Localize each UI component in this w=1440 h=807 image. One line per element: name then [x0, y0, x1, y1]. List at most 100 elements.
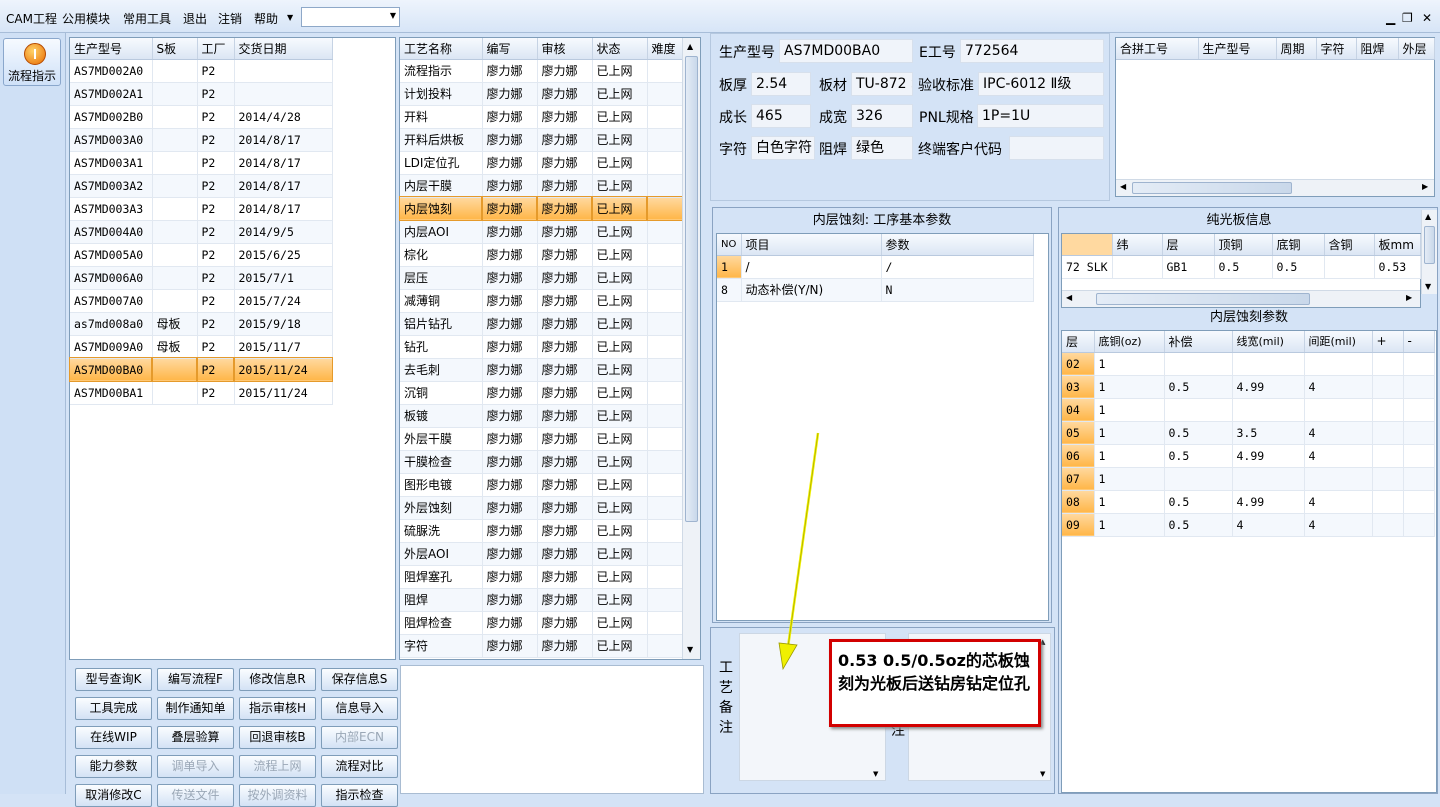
- col-header-top-copper[interactable]: 顶铜: [1214, 234, 1273, 256]
- menu-cam[interactable]: CAM工程: [6, 10, 57, 27]
- process-vertical-scrollbar[interactable]: ▲ ▼: [682, 38, 700, 659]
- process-row[interactable]: 硫脲洗 廖力娜 廖力娜 已上网: [400, 519, 683, 543]
- col-header-period[interactable]: 周期: [1276, 38, 1317, 60]
- internal-ecn-button[interactable]: 内部ECN: [321, 726, 398, 749]
- col-header-weft[interactable]: 纬: [1112, 234, 1163, 256]
- thickness-field[interactable]: 2.54: [751, 72, 811, 96]
- models-row[interactable]: AS7MD00BA0 P2 2015/11/24: [69, 357, 333, 382]
- col-header-model[interactable]: 生产型号: [70, 38, 153, 60]
- plain-board-vertical-scrollbar[interactable]: ▲ ▼: [1421, 210, 1437, 294]
- plain-board-vscroll-thumb[interactable]: [1424, 226, 1435, 264]
- process-row[interactable]: 开料后烘板 廖力娜 廖力娜 已上网: [400, 128, 683, 152]
- flow-online-button[interactable]: 流程上网: [239, 755, 316, 778]
- params-row[interactable]: 1//: [717, 255, 1034, 279]
- params-row[interactable]: 8 动态补偿(Y/N) N: [717, 278, 1034, 302]
- scroll-down-icon[interactable]: ▼: [873, 770, 878, 778]
- col-header-blank[interactable]: [1062, 234, 1113, 256]
- send-file-button[interactable]: 传送文件: [157, 784, 234, 807]
- process-row[interactable]: 内层AOI 廖力娜 廖力娜 已上网: [400, 220, 683, 244]
- etch-row[interactable]: 07 1: [1062, 467, 1435, 491]
- col-header-plus[interactable]: +: [1372, 331, 1404, 353]
- models-row[interactable]: as7md008a0 母板 P2 2015/9/18: [70, 312, 333, 336]
- col-header-compensation[interactable]: 补偿: [1164, 331, 1233, 353]
- col-header-char[interactable]: 字符: [1316, 38, 1357, 60]
- menu-help[interactable]: 帮助: [254, 10, 278, 27]
- process-row[interactable]: 外层AOI 廖力娜 廖力娜 已上网: [400, 542, 683, 566]
- col-header-difficulty[interactable]: 难度: [647, 38, 683, 60]
- etch-row[interactable]: 09 1 0.5 4 4: [1062, 513, 1435, 537]
- scroll-up-icon[interactable]: ▲: [1425, 212, 1431, 221]
- etch-row[interactable]: 04 1: [1062, 398, 1435, 422]
- plain-row[interactable]: 72 SLK GB1 0.5 0.5 0.53: [1062, 255, 1421, 279]
- col-header-merge-no[interactable]: 合拼工号: [1116, 38, 1199, 60]
- write-flow-button[interactable]: 编写流程F: [157, 668, 234, 691]
- rollback-review-button[interactable]: 回退审核B: [239, 726, 316, 749]
- process-row[interactable]: 减薄铜 廖力娜 廖力娜 已上网: [400, 289, 683, 313]
- solder-mask-field[interactable]: 绿色: [851, 136, 913, 160]
- models-row[interactable]: AS7MD00BA1 P2 2015/11/24: [70, 381, 333, 405]
- process-row[interactable]: 板镀 廖力娜 廖力娜 已上网: [400, 404, 683, 428]
- length-field[interactable]: 465: [751, 104, 811, 128]
- col-header-layer[interactable]: 层: [1162, 234, 1215, 256]
- pnl-field[interactable]: 1P=1U: [977, 104, 1104, 128]
- process-row[interactable]: 棕化 廖力娜 廖力娜 已上网: [400, 243, 683, 267]
- external-data-button[interactable]: 按外调资料: [239, 784, 316, 807]
- col-header-reviewer[interactable]: 审核: [537, 38, 593, 60]
- menu-logout[interactable]: 注销: [218, 10, 242, 27]
- menu-common-tools[interactable]: 常用工具: [123, 10, 171, 27]
- process-row[interactable]: 干膜检查 廖力娜 廖力娜 已上网: [400, 450, 683, 474]
- col-header-minus[interactable]: -: [1403, 331, 1435, 353]
- import-order-button[interactable]: 调单导入: [157, 755, 234, 778]
- process-row[interactable]: 层压 廖力娜 廖力娜 已上网: [400, 266, 683, 290]
- models-row[interactable]: AS7MD002B0 P2 2014/4/28: [70, 105, 333, 129]
- col-header-factory[interactable]: 工厂: [197, 38, 235, 60]
- models-row[interactable]: AS7MD004A0 P2 2014/9/5: [70, 220, 333, 244]
- modify-info-button[interactable]: 修改信息R: [239, 668, 316, 691]
- scroll-left-icon[interactable]: ◀: [1066, 293, 1072, 302]
- col-header-outer[interactable]: 外层: [1398, 38, 1435, 60]
- scroll-up-icon[interactable]: ▲: [687, 42, 693, 51]
- models-row[interactable]: AS7MD003A2 P2 2014/8/17: [70, 174, 333, 198]
- col-header-item[interactable]: 项目: [741, 234, 882, 256]
- flow-indicator-button[interactable]: 流程指示: [3, 38, 61, 86]
- plain-board-scroll-thumb[interactable]: [1096, 293, 1310, 305]
- scroll-right-icon[interactable]: ▶: [1422, 182, 1428, 191]
- col-header-spacing[interactable]: 间距(mil): [1304, 331, 1373, 353]
- eno-field[interactable]: 772564: [960, 39, 1104, 63]
- process-row[interactable]: 阻焊 廖力娜 廖力娜 已上网: [400, 588, 683, 612]
- model-query-button[interactable]: 型号查询K: [75, 668, 152, 691]
- stack-check-button[interactable]: 叠层验算: [157, 726, 234, 749]
- etch-row[interactable]: 02 1: [1062, 352, 1435, 376]
- scroll-down-icon[interactable]: ▼: [687, 645, 693, 654]
- process-row[interactable]: 计划投料 廖力娜 廖力娜 已上网: [400, 82, 683, 106]
- col-header-writer[interactable]: 编写: [482, 38, 538, 60]
- close-icon[interactable]: ✕: [1422, 11, 1432, 25]
- model-field[interactable]: AS7MD00BA0: [779, 39, 913, 63]
- col-header-s-board[interactable]: S板: [152, 38, 198, 60]
- models-row[interactable]: AS7MD006A0 P2 2015/7/1: [70, 266, 333, 290]
- online-wip-button[interactable]: 在线WIP: [75, 726, 152, 749]
- models-row[interactable]: AS7MD003A0 P2 2014/8/17: [70, 128, 333, 152]
- models-row[interactable]: AS7MD002A1 P2: [70, 82, 333, 106]
- process-row[interactable]: 阻焊检查 廖力娜 廖力娜 已上网: [400, 611, 683, 635]
- col-header-bottom-copper[interactable]: 底铜: [1272, 234, 1325, 256]
- restore-icon[interactable]: ❐: [1402, 11, 1413, 25]
- plain-board-horizontal-scrollbar[interactable]: ◀ ▶: [1062, 290, 1420, 307]
- capability-params-button[interactable]: 能力参数: [75, 755, 152, 778]
- col-header-no[interactable]: NO: [717, 234, 742, 256]
- import-info-button[interactable]: 信息导入: [321, 697, 398, 720]
- process-row[interactable]: 阻焊塞孔 廖力娜 廖力娜 已上网: [400, 565, 683, 589]
- customer-code-field[interactable]: [1009, 136, 1104, 160]
- col-header-base-copper[interactable]: 底铜(oz): [1094, 331, 1165, 353]
- process-row[interactable]: 外层干膜 廖力娜 廖力娜 已上网: [400, 427, 683, 451]
- make-notice-button[interactable]: 制作通知单: [157, 697, 234, 720]
- scroll-down-icon[interactable]: ▼: [1425, 282, 1431, 291]
- merge-horizontal-scrollbar[interactable]: ◀ ▶: [1116, 179, 1434, 196]
- col-header-delivery-date[interactable]: 交货日期: [234, 38, 333, 60]
- menu-overflow-chevron-icon[interactable]: ▼: [287, 13, 293, 22]
- standard-field[interactable]: IPC-6012 Ⅱ级: [978, 72, 1104, 96]
- minimize-icon[interactable]: ▁: [1386, 11, 1395, 25]
- etch-row[interactable]: 03 1 0.5 4.99 4: [1062, 375, 1435, 399]
- etch-row[interactable]: 08 1 0.5 4.99 4: [1062, 490, 1435, 514]
- process-row[interactable]: 字符 廖力娜 廖力娜 已上网: [400, 634, 683, 658]
